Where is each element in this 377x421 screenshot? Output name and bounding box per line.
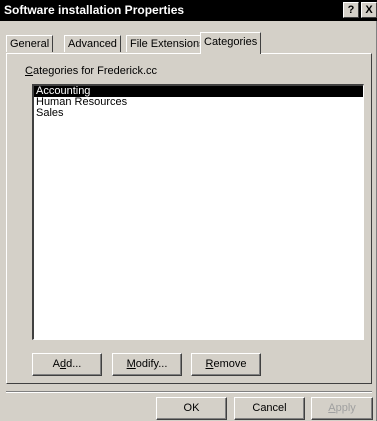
apply-label-rest: pply: [335, 402, 356, 414]
tab-general[interactable]: General: [6, 35, 54, 52]
categories-label: Categories for Frederick.cc: [25, 65, 157, 77]
window-title: Software installation Properties: [4, 3, 185, 17]
close-button[interactable]: X: [361, 2, 377, 18]
modify-label-accel: M: [126, 358, 136, 370]
list-item[interactable]: Sales: [34, 108, 363, 119]
ok-button[interactable]: OK: [156, 397, 227, 420]
modify-label-rest: odify...: [135, 358, 168, 370]
remove-label-rest: emove: [213, 358, 247, 370]
tab-label: Advanced: [68, 38, 117, 50]
add-label-a: A: [52, 358, 60, 370]
list-item[interactable]: Human Resources: [34, 97, 363, 108]
help-button[interactable]: ?: [343, 2, 359, 18]
properties-dialog: Software installation Properties ? X Gen…: [0, 0, 377, 421]
tab-label: File Extensions: [130, 38, 205, 50]
categories-label-accel: C: [25, 65, 33, 77]
help-icon: ?: [347, 4, 355, 16]
modify-button[interactable]: Modify...: [112, 353, 182, 376]
tab-label: Categories: [204, 36, 258, 48]
add-button[interactable]: Add...: [32, 353, 102, 376]
apply-button[interactable]: Apply: [311, 397, 373, 420]
tab-label: General: [10, 38, 50, 50]
apply-label-accel: A: [328, 402, 336, 414]
close-icon: X: [365, 4, 373, 16]
tab-file-extensions[interactable]: File Extensions: [126, 35, 209, 52]
ok-label: OK: [183, 402, 200, 414]
cancel-button[interactable]: Cancel: [234, 397, 305, 420]
tab-advanced[interactable]: Advanced: [64, 35, 121, 52]
cancel-label: Cancel: [252, 402, 287, 414]
add-label-rest: d...: [66, 358, 82, 370]
title-bar[interactable]: Software installation Properties ? X: [0, 0, 377, 21]
categories-label-text: ategories for Frederick.cc: [32, 65, 158, 77]
tab-categories[interactable]: Categories: [200, 32, 262, 54]
remove-button[interactable]: Remove: [191, 353, 261, 376]
categories-list[interactable]: Accounting Human Resources Sales: [32, 84, 364, 340]
footer-divider: [6, 391, 372, 393]
